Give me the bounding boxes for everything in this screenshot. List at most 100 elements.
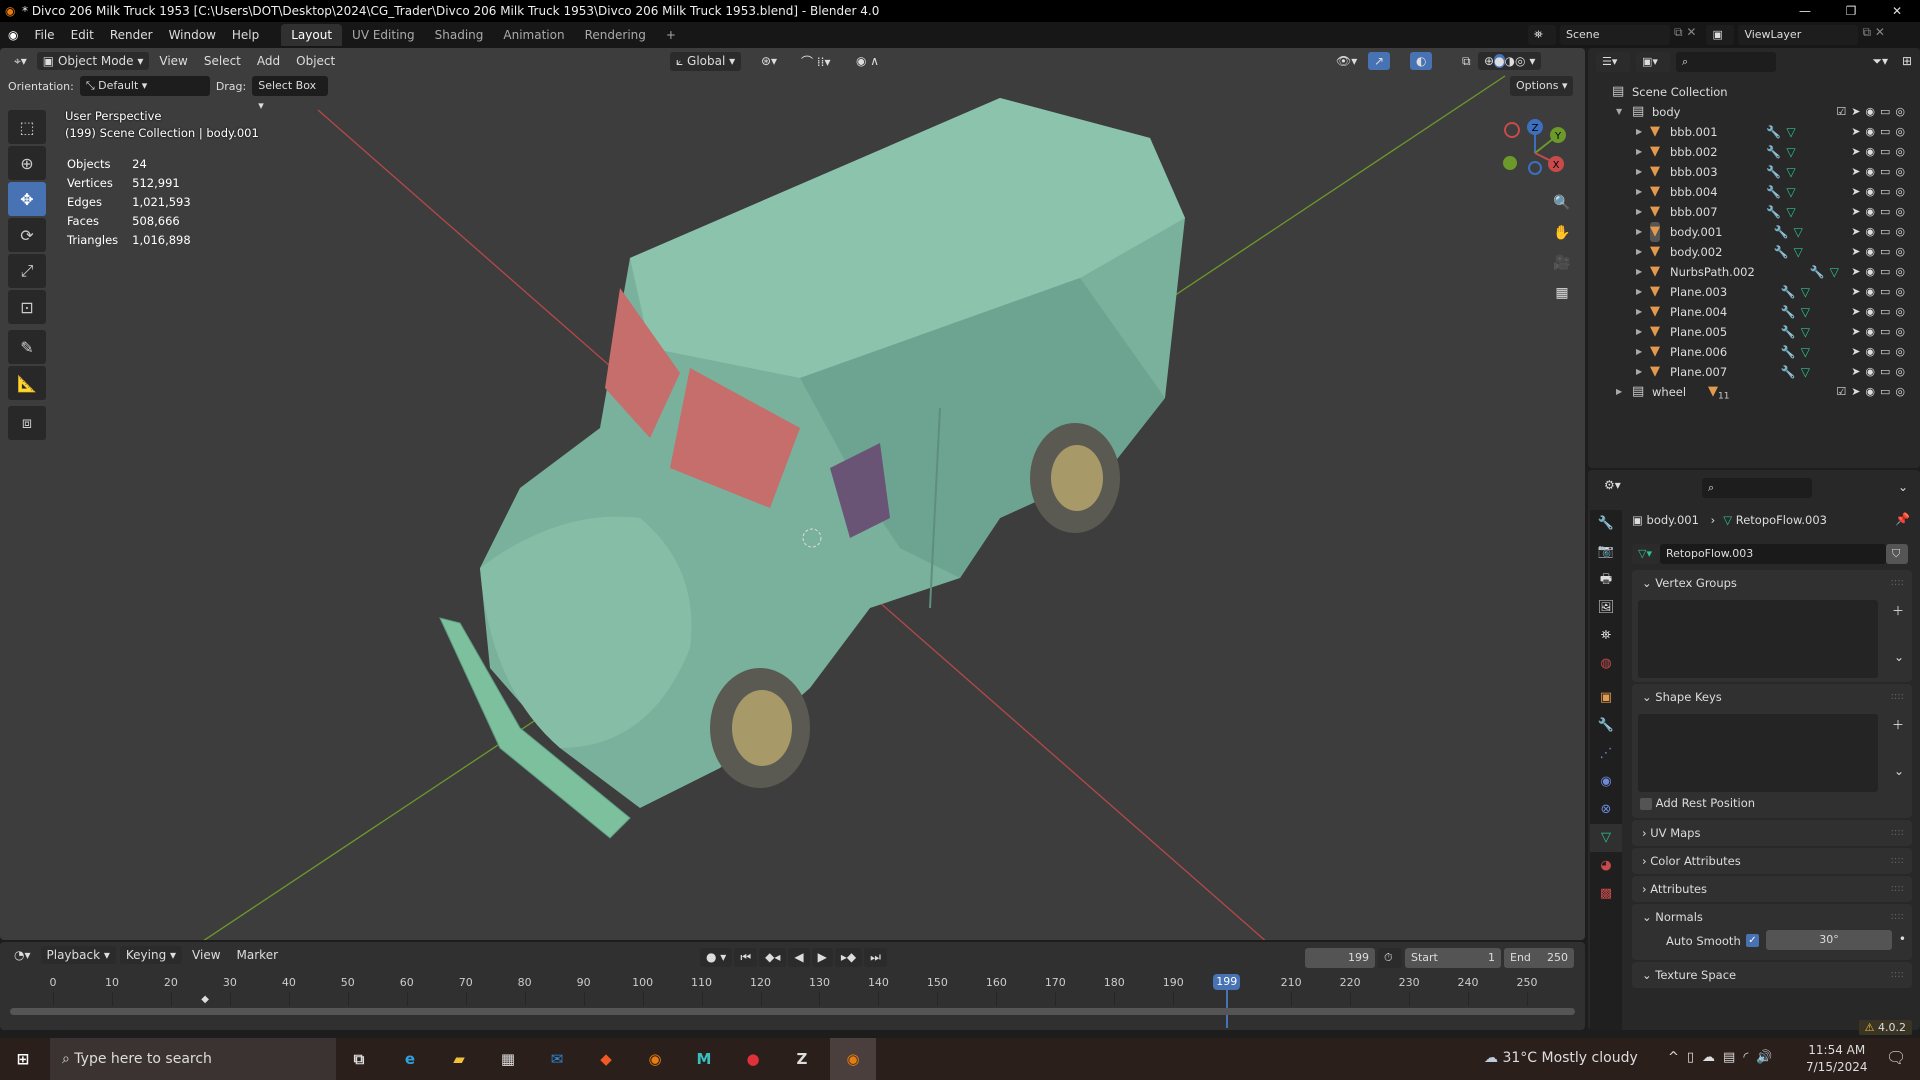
vertex-groups-list[interactable] (1638, 600, 1878, 678)
filter-icon[interactable]: ⏷▾ (1872, 54, 1888, 69)
visibility-toggles[interactable]: ➤◉▭◎ (1851, 142, 1910, 162)
minimize-button[interactable]: — (1782, 0, 1828, 22)
particles-tab-icon[interactable]: ⋰ (1590, 740, 1622, 768)
notifications-icon[interactable]: 🗨 (1886, 1048, 1906, 1067)
weather-widget[interactable]: ☁ 31°C Mostly cloudy (1484, 1050, 1638, 1066)
normals-header[interactable]: ⌄ Normals:::: (1632, 904, 1912, 930)
shape-keys-list[interactable] (1638, 714, 1878, 792)
tool-tab-icon[interactable]: 🔧 (1590, 510, 1622, 538)
menu-edit[interactable]: Edit (63, 28, 102, 42)
zbrush-icon[interactable]: Z (789, 1046, 815, 1072)
transform-orientation-selector[interactable]: ⟀ Global ▾ (670, 51, 742, 71)
close-button[interactable]: ✕ (1874, 0, 1920, 22)
windows-start-icon[interactable]: ⊞ (10, 1046, 36, 1072)
clock[interactable]: 11:54 AM 7/15/2024 (1806, 1042, 1868, 1076)
options-chevron-icon[interactable]: ⌄ (1898, 480, 1908, 494)
menu-window[interactable]: Window (161, 28, 224, 42)
scene-tab-icon[interactable]: ⛯ (1590, 622, 1622, 650)
mesh-data-icon[interactable]: ▽ (1801, 342, 1810, 362)
menu-select[interactable]: Select (198, 52, 247, 70)
scene-selector[interactable]: Scene (1560, 25, 1670, 45)
visibility-toggles[interactable]: ➤◉▭◎ (1851, 322, 1910, 342)
overlay-toggle-icon[interactable]: ◐ (1410, 52, 1433, 70)
axis-gizmo[interactable]: Z Y X (1500, 118, 1570, 188)
mode-selector[interactable]: ▣ Object Mode ▾ (36, 52, 150, 70)
outliner-search-input[interactable]: ⌕ (1676, 52, 1776, 72)
move-tool-icon[interactable]: ✥ (8, 182, 46, 216)
auto-smooth-checkbox[interactable]: ✓ (1746, 934, 1759, 947)
world-tab-icon[interactable]: ◍ (1590, 650, 1622, 678)
outliner-collection-wheel[interactable]: ▶ ▤ wheel ▼11 ☑➤◉▭◎ (1588, 382, 1920, 402)
shape-keys-header[interactable]: ⌄ Shape Keys:::: (1632, 684, 1912, 710)
mail-icon[interactable]: ✉ (544, 1046, 570, 1072)
menu-object[interactable]: Object (290, 52, 341, 70)
visibility-toggles[interactable]: ➤◉▭◎ (1851, 342, 1910, 362)
blender-taskbar-icon[interactable]: ◉ (642, 1046, 668, 1072)
mesh-data-tab-icon[interactable]: ▽ (1590, 824, 1622, 852)
vertex-group-menu-button[interactable]: ⌄ (1894, 650, 1904, 664)
display-mode-icon[interactable]: ☰▾ (1596, 52, 1630, 72)
playhead-frame-indicator[interactable]: 199 (1213, 974, 1241, 990)
shading-modes[interactable]: ⊕●◑◎ ▾ (1478, 52, 1542, 70)
material-tab-icon[interactable]: ◕ (1590, 852, 1622, 880)
outliner-object-row[interactable]: ▶ ▼ bbb.001 🔧 ▽ ➤◉▭◎ (1588, 122, 1920, 142)
pin-icon[interactable]: 📌 (1895, 512, 1910, 526)
outliner-object-row[interactable]: ▶ ▼ bbb.004 🔧 ▽ ➤◉▭◎ (1588, 182, 1920, 202)
navigation-gizmo[interactable]: Z Y X 🔍 ✋ 🎥 ▦ (1500, 118, 1571, 301)
modifier-wrench-icon[interactable]: 🔧 (1774, 242, 1789, 262)
mesh-datablock-selector[interactable]: ▽▾ RetopoFlow.003 ⛉ (1632, 544, 1908, 564)
store-icon[interactable]: ▦ (495, 1046, 521, 1072)
menu-view[interactable]: View (153, 52, 193, 70)
annotate-tool-icon[interactable]: ✎ (8, 330, 46, 364)
mesh-data-icon[interactable]: ▽ (1786, 142, 1795, 162)
gizmo-toggle-icon[interactable]: ↗ (1368, 52, 1391, 70)
modifier-wrench-icon[interactable]: 🔧 (1774, 222, 1789, 242)
snap-icon[interactable]: ⌒ ⁞⁞▾ (795, 51, 836, 72)
visibility-toggles[interactable]: ➤◉▭◎ (1851, 282, 1910, 302)
editor-type-icon[interactable]: ⚙▾ (1604, 478, 1621, 492)
add-cube-tool-icon[interactable]: ⧈ (8, 406, 46, 440)
modifier-wrench-icon[interactable]: 🔧 (1810, 262, 1825, 282)
visibility-toggles[interactable]: ☑➤◉▭◎ (1836, 102, 1910, 122)
visibility-toggles[interactable]: ➤◉▭◎ (1851, 182, 1910, 202)
transform-tool-icon[interactable]: ⊡ (8, 290, 46, 324)
rendered-shading-icon[interactable]: ◎ (1515, 54, 1525, 68)
scene-icon[interactable]: ⛯ (1528, 25, 1556, 45)
solid-shading-icon[interactable]: ● (1494, 54, 1505, 68)
visibility-toggles[interactable]: ➤◉▭◎ (1851, 122, 1910, 142)
keyframe-diamond-icon[interactable]: ◆ (201, 994, 209, 1005)
physics-tab-icon[interactable]: ◉ (1590, 768, 1622, 796)
modifier-wrench-icon[interactable]: 🔧 (1781, 362, 1796, 382)
texture-tab-icon[interactable]: ▩ (1590, 880, 1622, 908)
modifier-wrench-icon[interactable]: 🔧 (1766, 182, 1781, 202)
add-workspace-button[interactable]: + (656, 24, 686, 46)
menu-help[interactable]: Help (224, 28, 267, 42)
taskbar-search-input[interactable]: ⌕ Type here to search (50, 1038, 336, 1080)
tab-rendering[interactable]: Rendering (575, 24, 656, 46)
modifier-wrench-icon[interactable]: 🔧 (1781, 282, 1796, 302)
visibility-toggles[interactable]: ➤◉▭◎ (1851, 262, 1910, 282)
modifier-wrench-icon[interactable]: 🔧 (1781, 342, 1796, 362)
add-shape-key-button[interactable]: ＋ (1892, 716, 1904, 733)
orientation-selector[interactable]: ⤡ Default ▾ (79, 76, 210, 96)
view-layer-icon[interactable]: ▣ (1706, 25, 1735, 45)
filter-view-layer-icon[interactable]: ▣▾ (1636, 52, 1670, 72)
cursor-tool-icon[interactable]: ⊕ (8, 146, 46, 180)
version-badge[interactable]: ⚠ 4.0.2 (1858, 1020, 1912, 1035)
outliner-object-row[interactable]: ▶ ▼ body.002 🔧 ▽ ➤◉▭◎ (1588, 242, 1920, 262)
tab-shading[interactable]: Shading (425, 24, 494, 46)
mesh-data-icon[interactable]: ▽ (1786, 182, 1795, 202)
wireframe-shading-icon[interactable]: ⊕ (1484, 54, 1494, 68)
visibility-toggles[interactable]: ➤◉▭◎ (1851, 222, 1910, 242)
mesh-data-icon[interactable]: ▽ (1786, 162, 1795, 182)
outliner-object-row[interactable]: ▶ ▼ bbb.003 🔧 ▽ ➤◉▭◎ (1588, 162, 1920, 182)
camera-view-icon[interactable]: 🎥 (1550, 251, 1574, 275)
fake-user-shield-icon[interactable]: ⛉ (1886, 544, 1908, 564)
tab-layout[interactable]: Layout (281, 24, 343, 46)
3d-viewport[interactable]: ⌖▾ ▣ Object Mode ▾ View Select Add Objec… (0, 48, 1585, 940)
vertex-groups-header[interactable]: ⌄ Vertex Groups:::: (1632, 570, 1912, 596)
shape-key-menu-button[interactable]: ⌄ (1894, 764, 1904, 778)
mesh-browse-icon[interactable]: ▽▾ (1632, 544, 1660, 564)
modifier-wrench-icon[interactable]: 🔧 (1781, 302, 1796, 322)
view-layer-tab-icon[interactable]: 🖼 (1590, 594, 1622, 622)
